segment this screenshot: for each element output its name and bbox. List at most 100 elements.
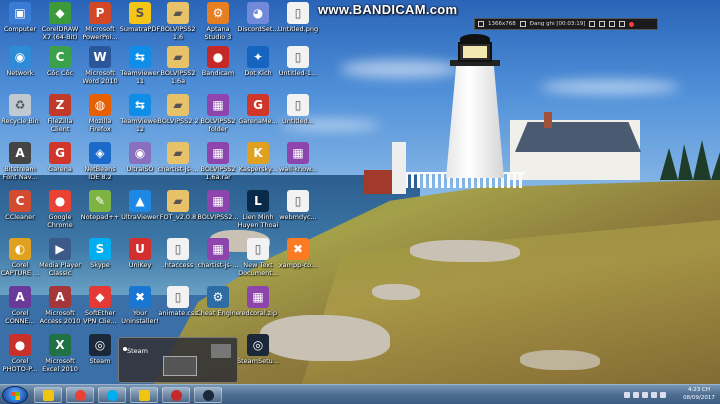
lighthouse-cap — [460, 34, 490, 44]
window-icon[interactable] — [519, 21, 526, 27]
winrar-icon: ▦ — [207, 142, 229, 164]
coreldraw-icon: ◆ — [49, 2, 71, 24]
desktop-icon-your-uninstaller[interactable]: ✖ Your Uninstaller! — [120, 286, 160, 344]
desktop-icon-label: Cốc Cốc — [46, 70, 74, 77]
notepad-icon: ✎ — [89, 190, 111, 212]
recording-toolbar: 1366x768 Đang ghi [00:03:19] — [474, 18, 658, 30]
folder-icon: ▰ — [167, 2, 189, 24]
network-tray-icon[interactable] — [642, 392, 648, 398]
skype-icon: S — [89, 238, 111, 260]
excel-icon: X — [49, 334, 71, 356]
desktop-icon-label: xampp-co... — [278, 262, 318, 269]
firefox-icon: ◍ — [89, 94, 111, 116]
desktop-icon-label: SoftEther VPN Clie... — [83, 310, 117, 325]
screen-icon[interactable] — [478, 21, 484, 27]
desktop-icon-animate-css[interactable]: ▯ animate.css — [158, 286, 198, 344]
discord-icon: ◕ — [247, 2, 269, 24]
skype-icon — [106, 389, 118, 401]
winrar-icon: ▦ — [207, 238, 229, 260]
winrar-icon: ▦ — [207, 190, 229, 212]
taskbar-button-skype[interactable] — [98, 387, 126, 403]
windows-logo-icon-lower — [11, 396, 20, 400]
menu-icon[interactable] — [619, 21, 626, 27]
filezilla-icon: Z — [49, 94, 71, 116]
steam-icon: ◎ — [89, 334, 111, 356]
netbeans-icon: ◈ — [89, 142, 111, 164]
small-tower — [392, 142, 406, 194]
desktop-icon-label: Corel PHOTO-P... — [2, 358, 38, 373]
desktop-icon-cheat-engine[interactable]: ⚙ Cheat Engine — [196, 286, 240, 344]
rock — [520, 350, 600, 370]
taskbar-button-steam[interactable] — [194, 387, 222, 403]
taskbar-button-bandicam[interactable] — [162, 387, 190, 403]
rock — [410, 240, 520, 262]
teamviewer-icon: ⇆ — [129, 94, 151, 116]
flag-tray-icon[interactable] — [660, 392, 666, 398]
steam-tray-icon[interactable] — [633, 392, 639, 398]
taskbar: 4:23 CH 08/09/2017 — [0, 384, 720, 404]
ultraiso-icon: ◉ — [129, 142, 151, 164]
unikey-icon: U — [129, 238, 151, 260]
image-file-icon: ▯ — [287, 2, 309, 24]
volume-icon[interactable] — [651, 392, 657, 398]
desktop-icon-label: NetBeans IDE 8.2 — [84, 166, 116, 181]
desktop-icon-label: CCleaner — [5, 214, 35, 221]
pause-icon[interactable] — [599, 21, 606, 27]
desktop-icon-label: SteamSetu... — [237, 358, 279, 365]
preview-thumbnail[interactable] — [163, 356, 197, 376]
desktop-icon-label: .htaccess — [162, 262, 194, 269]
corel-connect-icon: A — [9, 286, 31, 308]
taskbar-clock[interactable]: 4:23 CH 08/09/2017 — [680, 387, 718, 402]
teamviewer-icon: ⇆ — [129, 46, 151, 68]
show-hidden-icons-icon[interactable] — [624, 392, 630, 398]
steam-taskbar-preview[interactable]: Steam — [118, 337, 238, 383]
desktop-icon-label: Microsoft Access 2010 — [39, 310, 81, 325]
bandicam-icon — [170, 389, 182, 401]
desktop-icon-label: Lien Minh Huyen Thoai — [237, 214, 279, 229]
xampp-icon: ✖ — [287, 238, 309, 260]
folder-icon: ▰ — [167, 190, 189, 212]
corel-capture-icon: ◐ — [9, 238, 31, 260]
desktop-icon-label: Bandicam — [201, 70, 235, 77]
desktop-icon-label: Media Player Classic — [39, 262, 81, 277]
steam-icon — [202, 389, 214, 401]
desktop-icon-label: Recycle Bin — [1, 118, 39, 125]
desktop-icon-label: Bitstream Font Nav... — [2, 166, 38, 181]
record-icon[interactable] — [629, 21, 635, 27]
network-icon: ◉ — [9, 46, 31, 68]
powerpoint-icon: P — [89, 2, 111, 24]
desktop-icon-label: Untitled-1... — [278, 70, 318, 77]
taskbar-button-chrome[interactable] — [66, 387, 94, 403]
taskbar-button-explorer[interactable] — [34, 387, 62, 403]
rock — [372, 284, 420, 300]
desktop-icon-label: BOLVIPSS2 1.6 — [160, 26, 196, 41]
pencil-icon[interactable] — [589, 21, 596, 27]
garena-icon: G — [247, 94, 269, 116]
preview-close-area[interactable] — [211, 344, 231, 358]
taskbar-button-folder[interactable] — [130, 387, 158, 403]
desktop-icon-label: FOT_v2.0.8 — [159, 214, 197, 221]
desktop-icon-label: redcoral.zip — [238, 310, 278, 317]
desktop-icon-label: BOLVIPSS2 1.6a.rar — [200, 166, 236, 181]
corel-photo-icon: ● — [9, 334, 31, 356]
aptana-icon: ⚙ — [207, 2, 229, 24]
camera-icon[interactable] — [609, 21, 616, 27]
dotkich-icon: ✦ — [247, 46, 269, 68]
font-icon: A — [9, 142, 31, 164]
start-button[interactable] — [2, 386, 28, 404]
desktop-icon-label: Corel CAPTURE ... — [0, 262, 40, 277]
lol-icon: L — [247, 190, 269, 212]
red-building — [364, 170, 392, 194]
desktop-icon-label: chartist-js-... — [157, 166, 199, 173]
desktop-icon-xampp[interactable]: ✖ xampp-co... — [278, 238, 318, 296]
recording-status: Đang ghi [00:03:19] — [529, 21, 586, 27]
uninstaller-icon: ✖ — [129, 286, 151, 308]
chimney — [544, 112, 552, 128]
cheat-engine-icon: ⚙ — [207, 286, 229, 308]
desktop-icon-label: Untitled.png — [277, 26, 319, 33]
winrar-icon: ▦ — [287, 142, 309, 164]
folder-icon — [138, 389, 150, 401]
cloud — [540, 80, 680, 94]
recording-resolution: 1366x768 — [488, 21, 516, 27]
computer-icon: ▣ — [9, 2, 31, 24]
